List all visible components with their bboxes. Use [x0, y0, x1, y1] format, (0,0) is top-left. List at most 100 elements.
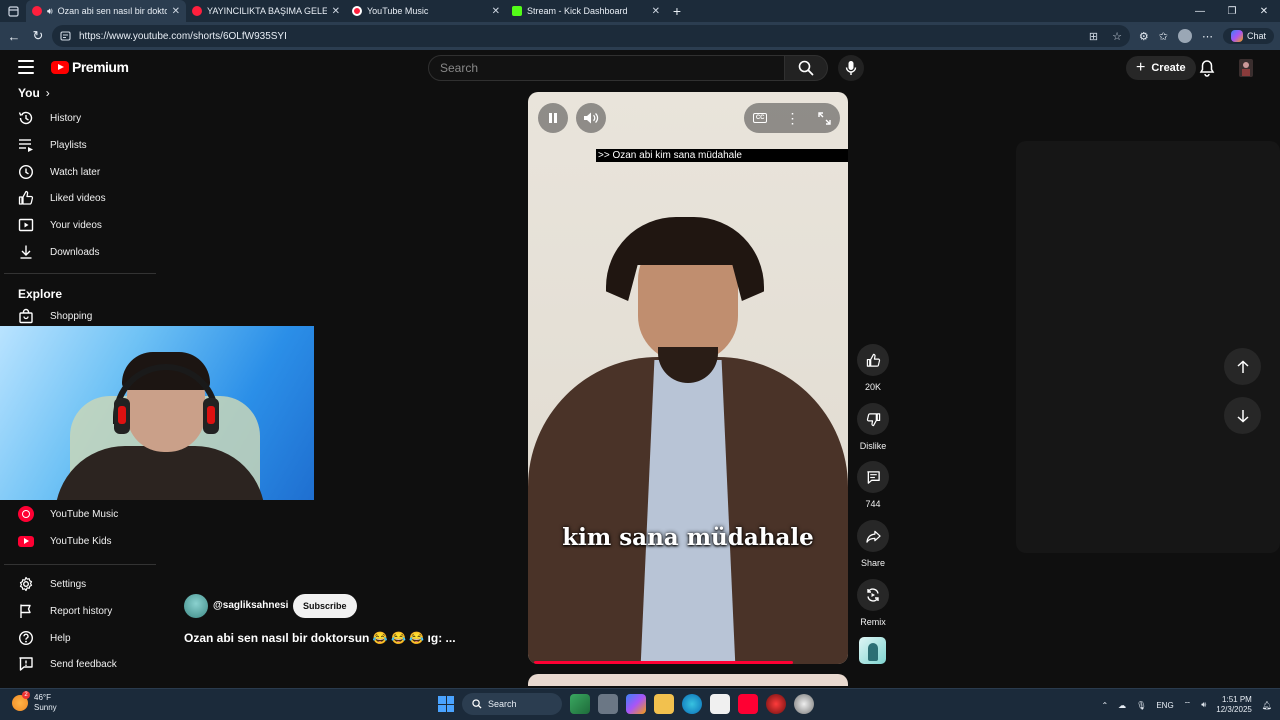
- youtube-header: Premium + Create: [0, 50, 1280, 86]
- voice-search-button[interactable]: [838, 55, 864, 81]
- restore-icon[interactable]: ❐: [1216, 0, 1248, 22]
- file-explorer-icon[interactable]: [654, 694, 674, 714]
- windows-start-icon[interactable]: [438, 696, 454, 712]
- notification-center-icon[interactable]: 🔔︎: [1262, 701, 1272, 710]
- sidebar-item-your-videos[interactable]: Your videos: [0, 212, 156, 238]
- notifications-bell-icon[interactable]: [1199, 59, 1215, 82]
- search-icon: [472, 699, 482, 709]
- shorts-video-player[interactable]: CC ⋮ >> Ozan abi kim sana müdahale kim s…: [528, 92, 848, 664]
- subscribe-button[interactable]: Subscribe: [293, 594, 357, 618]
- microphone-icon[interactable]: 🎙︎: [1136, 701, 1146, 710]
- account-avatar[interactable]: [1236, 57, 1256, 79]
- copilot-chat-button[interactable]: Chat: [1222, 28, 1274, 44]
- onedrive-icon[interactable]: ☁︎: [1118, 701, 1126, 710]
- browser-tab-bar: 🔊︎ Ozan abi sen nasıl bir dokto ✕ YAYINC…: [0, 0, 1280, 22]
- new-tab-button[interactable]: +: [666, 3, 688, 19]
- volume-icon[interactable]: 🔊︎: [1201, 700, 1206, 710]
- pause-button[interactable]: [538, 103, 568, 133]
- sidebar-item-history[interactable]: History: [0, 105, 156, 131]
- taskbar-search[interactable]: Search: [462, 693, 562, 715]
- sidebar-item-liked-videos[interactable]: Liked videos: [0, 185, 156, 211]
- app-available-icon[interactable]: ⊞: [1089, 30, 1098, 43]
- captions-icon[interactable]: CC: [753, 113, 768, 123]
- channel-handle[interactable]: @sagliksahnesi: [213, 600, 288, 611]
- site-info-icon[interactable]: [60, 31, 71, 41]
- sidebar-item-send-feedback[interactable]: Send feedback: [0, 651, 156, 677]
- url-field[interactable]: https://www.youtube.com/shorts/6OLfW935S…: [52, 25, 1130, 47]
- comments-button[interactable]: [857, 461, 889, 493]
- sidebar-item-youtube-music[interactable]: YouTube Music: [0, 501, 156, 527]
- xmas-tree-widget-icon[interactable]: [570, 694, 590, 714]
- sidebar-item-downloads[interactable]: Downloads: [0, 239, 156, 265]
- like-button[interactable]: [857, 344, 889, 376]
- weather-widget[interactable]: 2 46°F Sunny: [12, 691, 57, 713]
- sidebar-item-report-history[interactable]: Report history: [0, 598, 156, 624]
- remix-icon: [867, 588, 879, 602]
- copilot-app-icon[interactable]: [626, 694, 646, 714]
- more-menu-icon[interactable]: ⋯: [1202, 30, 1213, 43]
- you-section-header[interactable]: You ›: [18, 86, 50, 100]
- next-short-peek[interactable]: [528, 674, 848, 686]
- volume-button[interactable]: [576, 103, 606, 133]
- close-tab-icon[interactable]: ✕: [332, 6, 340, 17]
- microsoft-store-icon[interactable]: [710, 694, 730, 714]
- remix-button[interactable]: [857, 579, 889, 611]
- sidebar-item-settings[interactable]: Settings: [0, 571, 156, 597]
- language-indicator[interactable]: ENG: [1156, 701, 1173, 710]
- edge-browser-icon[interactable]: [682, 694, 702, 714]
- copilot-icon: [1230, 30, 1243, 42]
- obs-icon[interactable]: [766, 694, 786, 714]
- share-button[interactable]: [857, 520, 889, 552]
- sidebar-item-youtube-kids[interactable]: YouTube Kids: [0, 528, 156, 554]
- tab-actions-icon[interactable]: [0, 0, 26, 22]
- chevron-up-icon[interactable]: ⌃: [1101, 701, 1108, 710]
- extensions-icon[interactable]: ⚙︎: [1139, 30, 1149, 43]
- browser-tab-2[interactable]: YouTube Music ✕: [346, 0, 506, 22]
- dislike-action: Dislike: [856, 403, 890, 451]
- video-title[interactable]: Ozan abi sen nasıl bir doktorsun 😂 😂 😂 ı…: [184, 631, 456, 645]
- sidebar-item-playlists[interactable]: Playlists: [0, 132, 156, 158]
- sidebar-item-label: History: [50, 112, 82, 124]
- menu-hamburger-icon[interactable]: [18, 60, 34, 74]
- browser-tab-1[interactable]: YAYINCILIKTA BAŞIMA GELENLER ✕: [186, 0, 346, 22]
- task-view-icon[interactable]: [598, 694, 618, 714]
- search-input[interactable]: [428, 55, 785, 81]
- favorite-star-icon[interactable]: ☆: [1112, 30, 1122, 43]
- close-window-icon[interactable]: ✕: [1248, 0, 1280, 22]
- burned-in-subtitle: kim sana müdahale: [562, 524, 814, 551]
- profile-avatar[interactable]: [1177, 29, 1192, 43]
- youtube-app-icon[interactable]: [738, 694, 758, 714]
- like-action: 20K: [856, 344, 890, 392]
- browser-tab-3[interactable]: Stream - Kick Dashboard ✕: [506, 0, 666, 22]
- previous-short-button[interactable]: [1224, 348, 1261, 385]
- browser-tab-0[interactable]: 🔊︎ Ozan abi sen nasıl bir dokto ✕: [26, 0, 186, 22]
- create-button[interactable]: + Create: [1126, 56, 1196, 80]
- sidebar-item-help[interactable]: Help: [0, 625, 156, 651]
- close-tab-icon[interactable]: ✕: [652, 6, 660, 17]
- favorites-icon[interactable]: ✩: [1159, 30, 1168, 43]
- dislike-button[interactable]: [857, 403, 889, 435]
- close-tab-icon[interactable]: ✕: [492, 6, 500, 17]
- taskbar-apps: Search: [438, 693, 814, 715]
- wifi-icon[interactable]: ⌔: [1184, 700, 1192, 710]
- next-short-button[interactable]: [1224, 397, 1261, 434]
- sidebar-item-label: Watch later: [50, 166, 101, 178]
- video-progress-bar[interactable]: [534, 661, 793, 664]
- sound-thumbnail[interactable]: [859, 637, 886, 664]
- search-icon: [798, 60, 814, 76]
- steam-icon[interactable]: [794, 694, 814, 714]
- minimize-icon[interactable]: —: [1184, 0, 1216, 22]
- refresh-icon[interactable]: ↻: [26, 22, 50, 50]
- fullscreen-icon[interactable]: [818, 111, 831, 125]
- speaker-icon[interactable]: 🔊︎: [47, 6, 53, 17]
- close-tab-icon[interactable]: ✕: [172, 6, 180, 17]
- youtube-music-icon: [352, 6, 362, 16]
- clock[interactable]: 1:51 PM 12/3/2025: [1216, 695, 1252, 715]
- youtube-premium-logo[interactable]: Premium: [51, 59, 129, 75]
- more-options-icon[interactable]: ⋮: [785, 110, 799, 127]
- weather-badge: 2: [22, 691, 30, 699]
- channel-avatar[interactable]: [184, 594, 208, 618]
- search-button[interactable]: [785, 55, 828, 81]
- back-arrow-icon[interactable]: ←: [2, 22, 26, 50]
- sidebar-item-watch-later[interactable]: Watch later: [0, 159, 156, 185]
